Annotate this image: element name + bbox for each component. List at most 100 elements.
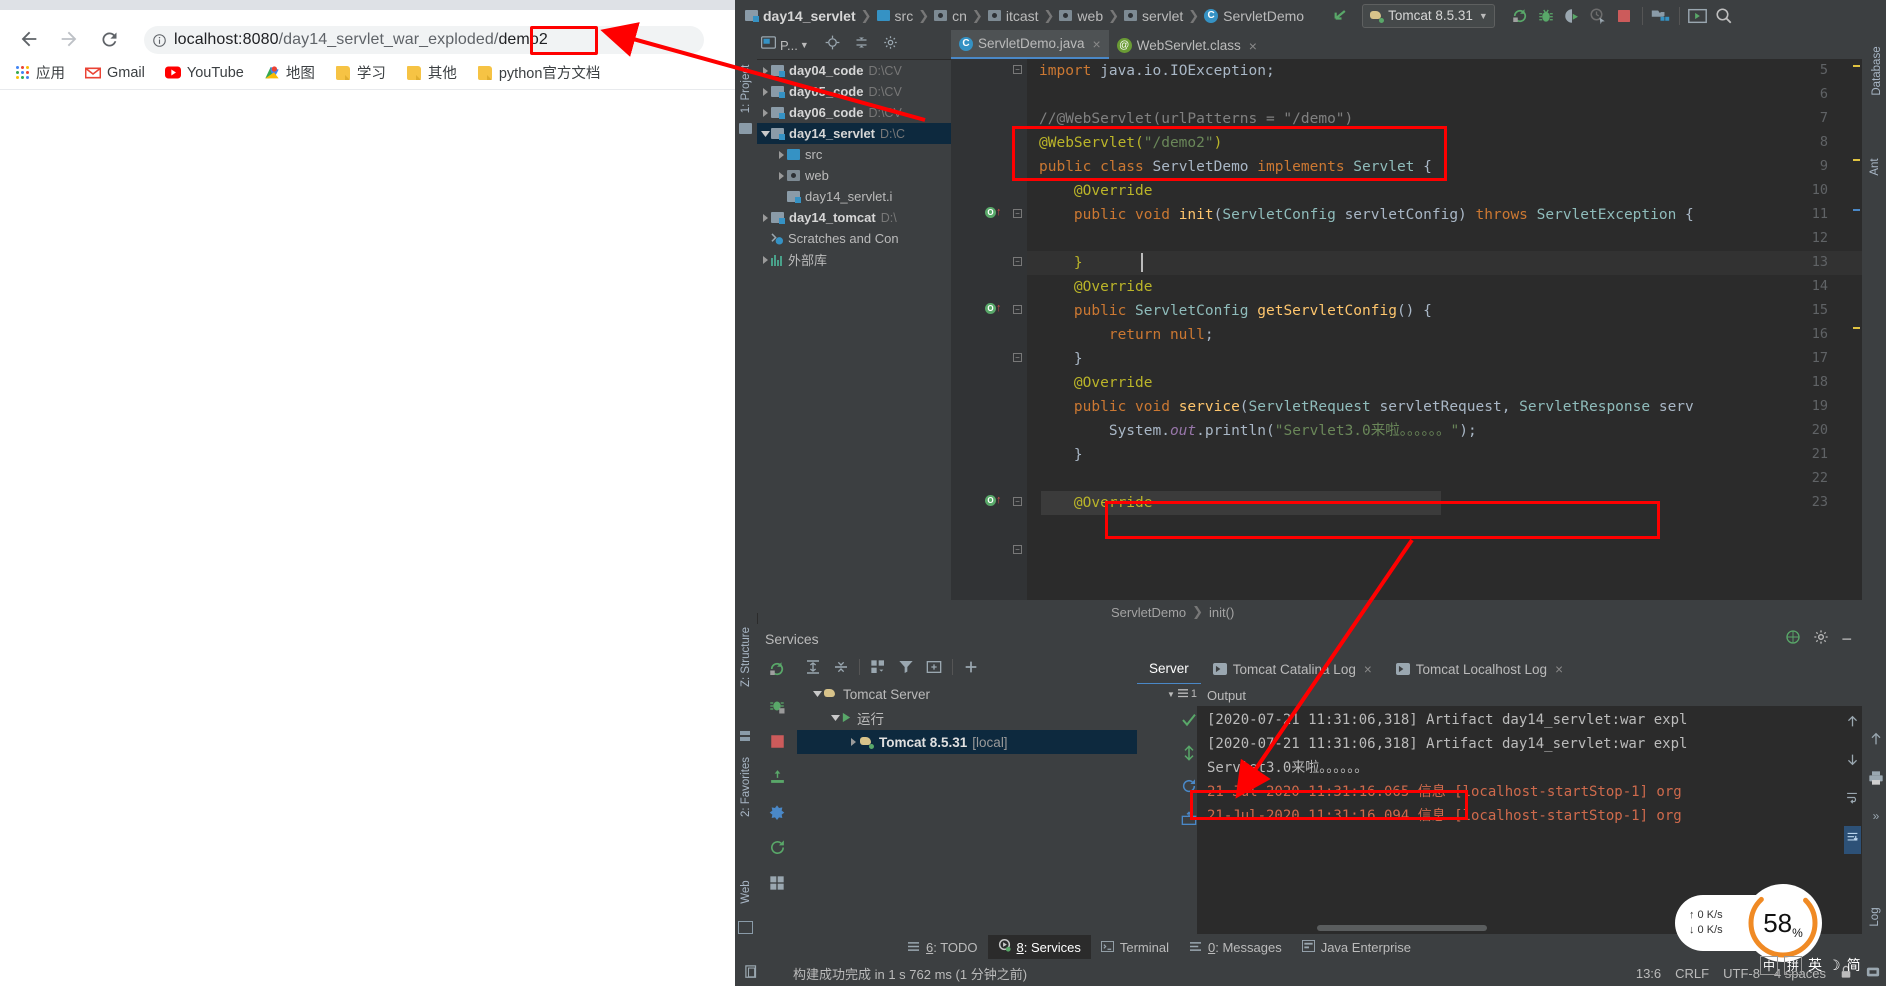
stop-icon[interactable] xyxy=(770,734,785,754)
print-icon[interactable] xyxy=(1868,770,1884,791)
filter-level-control[interactable]: ▼ 1 xyxy=(1167,688,1197,700)
tool-window-structure[interactable]: Z: Structure xyxy=(740,626,752,688)
bookmark-folder-other[interactable]: 其他 xyxy=(400,58,463,87)
tree-row-day04-code[interactable]: day04_code D:\CV xyxy=(757,60,951,81)
override-marker-service[interactable]: O ↑ xyxy=(985,494,1002,506)
bottom-tab-services[interactable]: 8: Services xyxy=(987,935,1091,959)
scroll-up-icon[interactable] xyxy=(1846,712,1859,736)
code-viewport[interactable]: 5 6 7 8 9 10 11 12 13 14 15 16 17 18 19 … xyxy=(951,59,1862,613)
search-everywhere-icon[interactable] xyxy=(1711,3,1737,29)
ime-mode-pinyin[interactable]: 拼 xyxy=(1784,955,1803,975)
bottom-tab-todo[interactable]: 6: TODO xyxy=(897,935,988,959)
services-row-tomcat-local[interactable]: Tomcat 8.5.31 [local] xyxy=(797,730,1137,754)
tree-row-web[interactable]: web xyxy=(757,165,951,186)
event-log-icon[interactable] xyxy=(745,964,759,982)
bottom-tab-messages[interactable]: 0: Messages xyxy=(1179,935,1292,959)
scroll-down-icon[interactable] xyxy=(1846,750,1859,774)
forward-button[interactable] xyxy=(54,24,84,54)
services-tab-localhost-log[interactable]: Tomcat Localhost Log × xyxy=(1384,654,1575,684)
expander-collapsed-icon[interactable] xyxy=(847,738,859,746)
expander-expanded-icon[interactable] xyxy=(829,714,841,722)
expander-collapsed-icon[interactable] xyxy=(759,213,771,222)
expander-collapsed-icon[interactable] xyxy=(759,87,771,96)
reload-button[interactable] xyxy=(94,24,124,54)
breadcrumb-item-cn[interactable]: cn ❯ xyxy=(934,8,988,24)
warning-stripe[interactable] xyxy=(1853,65,1860,67)
rerun-icon[interactable] xyxy=(768,660,786,683)
console-horizontal-scrollbar[interactable] xyxy=(1317,925,1487,931)
back-navigate-icon[interactable] xyxy=(1326,3,1352,29)
update-app-icon[interactable] xyxy=(1181,811,1197,832)
file-encoding[interactable]: UTF-8 xyxy=(1723,966,1760,981)
tree-row-day14-tomcat[interactable]: day14_tomcat D:\ xyxy=(757,207,951,228)
bottom-tab-terminal[interactable]: Terminal xyxy=(1091,935,1179,959)
collapse-all-icon[interactable] xyxy=(854,35,869,55)
bottom-tab-java-enterprise[interactable]: Java Enterprise xyxy=(1292,935,1421,959)
breadcrumb-item-web[interactable]: web ❯ xyxy=(1059,8,1124,24)
gear-icon[interactable] xyxy=(883,35,898,55)
settings-icon[interactable] xyxy=(769,804,785,825)
tool-window-project[interactable]: 1: Project xyxy=(740,58,752,120)
line-separator[interactable]: CRLF xyxy=(1675,966,1709,981)
override-marker-init[interactable]: O ↑ xyxy=(985,206,1002,218)
tree-row-day06-code[interactable]: day06_code D:\CV xyxy=(757,102,951,123)
bookmark-maps[interactable]: 地图 xyxy=(258,58,321,87)
tool-window-log[interactable]: Log xyxy=(1869,886,1881,948)
close-icon[interactable]: × xyxy=(1364,662,1372,677)
expander-expanded-icon[interactable] xyxy=(811,690,823,698)
services-tab-catalina-log[interactable]: Tomcat Catalina Log × xyxy=(1201,654,1384,684)
restart-icon[interactable] xyxy=(769,839,786,861)
expander-collapsed-icon[interactable] xyxy=(775,171,787,180)
build-artifacts-icon[interactable] xyxy=(1648,3,1674,29)
minimize-icon[interactable]: − xyxy=(1841,630,1852,648)
ime-moon-icon[interactable]: ☽ xyxy=(1828,957,1841,974)
add-frame-icon[interactable] xyxy=(924,657,944,677)
filter-icon[interactable] xyxy=(896,657,916,677)
breadcrumb-item-itcast[interactable]: itcast ❯ xyxy=(987,8,1060,24)
tomcat-console-icon[interactable] xyxy=(1685,3,1711,29)
bookmark-apps[interactable]: 应用 xyxy=(8,58,71,87)
chevron-down-icon[interactable]: ▼ xyxy=(800,40,809,50)
close-icon[interactable]: × xyxy=(1249,38,1257,54)
debug-icon[interactable] xyxy=(1533,3,1559,29)
expander-collapsed-icon[interactable] xyxy=(759,108,771,117)
tree-row-iml-file[interactable]: day14_servlet.i xyxy=(757,186,951,207)
add-icon[interactable] xyxy=(961,657,981,677)
back-button[interactable] xyxy=(14,24,44,54)
maximize-icon[interactable] xyxy=(1868,731,1884,752)
tool-window-database[interactable]: Database xyxy=(1871,40,1883,102)
caret-position[interactable]: 13:6 xyxy=(1636,966,1661,981)
fold-marker[interactable]: − xyxy=(1013,65,1022,74)
bookmark-gmail[interactable]: Gmail xyxy=(79,61,151,85)
collapse-all-icon[interactable] xyxy=(831,657,851,677)
ime-mode-en[interactable]: 英 xyxy=(1808,955,1822,975)
warning-stripe[interactable] xyxy=(1853,159,1860,161)
editor-tab-servletdemo[interactable]: C ServletDemo.java × xyxy=(951,30,1109,59)
breadcrumb-item-module[interactable]: day14_servlet ❯ xyxy=(745,8,877,24)
breadcrumb-item-servlet[interactable]: servlet ❯ xyxy=(1124,8,1204,24)
breadcrumb-item-src[interactable]: src ❯ xyxy=(876,8,935,24)
editor-tab-webservlet[interactable]: @ WebServlet.class × xyxy=(1109,32,1265,59)
run-icon[interactable] xyxy=(1507,3,1533,29)
code-text[interactable]: import java.io.IOException; //@WebServle… xyxy=(1027,59,1862,613)
gear-icon[interactable] xyxy=(1813,629,1829,648)
tree-row-day14-servlet[interactable]: day14_servlet D:\C xyxy=(757,123,951,144)
services-tree[interactable]: Tomcat Server 运行 Tomcat 8.5.31 [local] xyxy=(797,682,1137,754)
bookmark-youtube[interactable]: YouTube xyxy=(159,61,250,85)
scroll-to-end-icon[interactable] xyxy=(1843,826,1861,854)
tree-row-external-libraries[interactable]: 外部库 xyxy=(757,249,951,270)
address-bar[interactable]: localhost:8080/day14_servlet_war_explode… xyxy=(144,26,704,54)
layout-icon[interactable] xyxy=(769,875,785,896)
services-tab-server[interactable]: Server xyxy=(1137,653,1201,685)
tree-row-scratches[interactable]: Scratches and Con xyxy=(757,228,951,249)
bookmark-folder-study[interactable]: 学习 xyxy=(329,58,392,87)
bookmark-folder-python-docs[interactable]: python官方文档 xyxy=(471,58,607,87)
warning-stripe[interactable] xyxy=(1853,327,1860,329)
site-info-icon[interactable] xyxy=(144,33,174,48)
fold-marker[interactable]: − xyxy=(1013,545,1022,554)
memory-indicator[interactable] xyxy=(1866,965,1880,982)
breadcrumb-class[interactable]: ServletDemo xyxy=(1111,605,1186,620)
close-icon[interactable]: × xyxy=(1555,662,1563,677)
fold-marker[interactable]: − xyxy=(1013,497,1022,506)
run-with-coverage-icon[interactable] xyxy=(1559,3,1585,29)
